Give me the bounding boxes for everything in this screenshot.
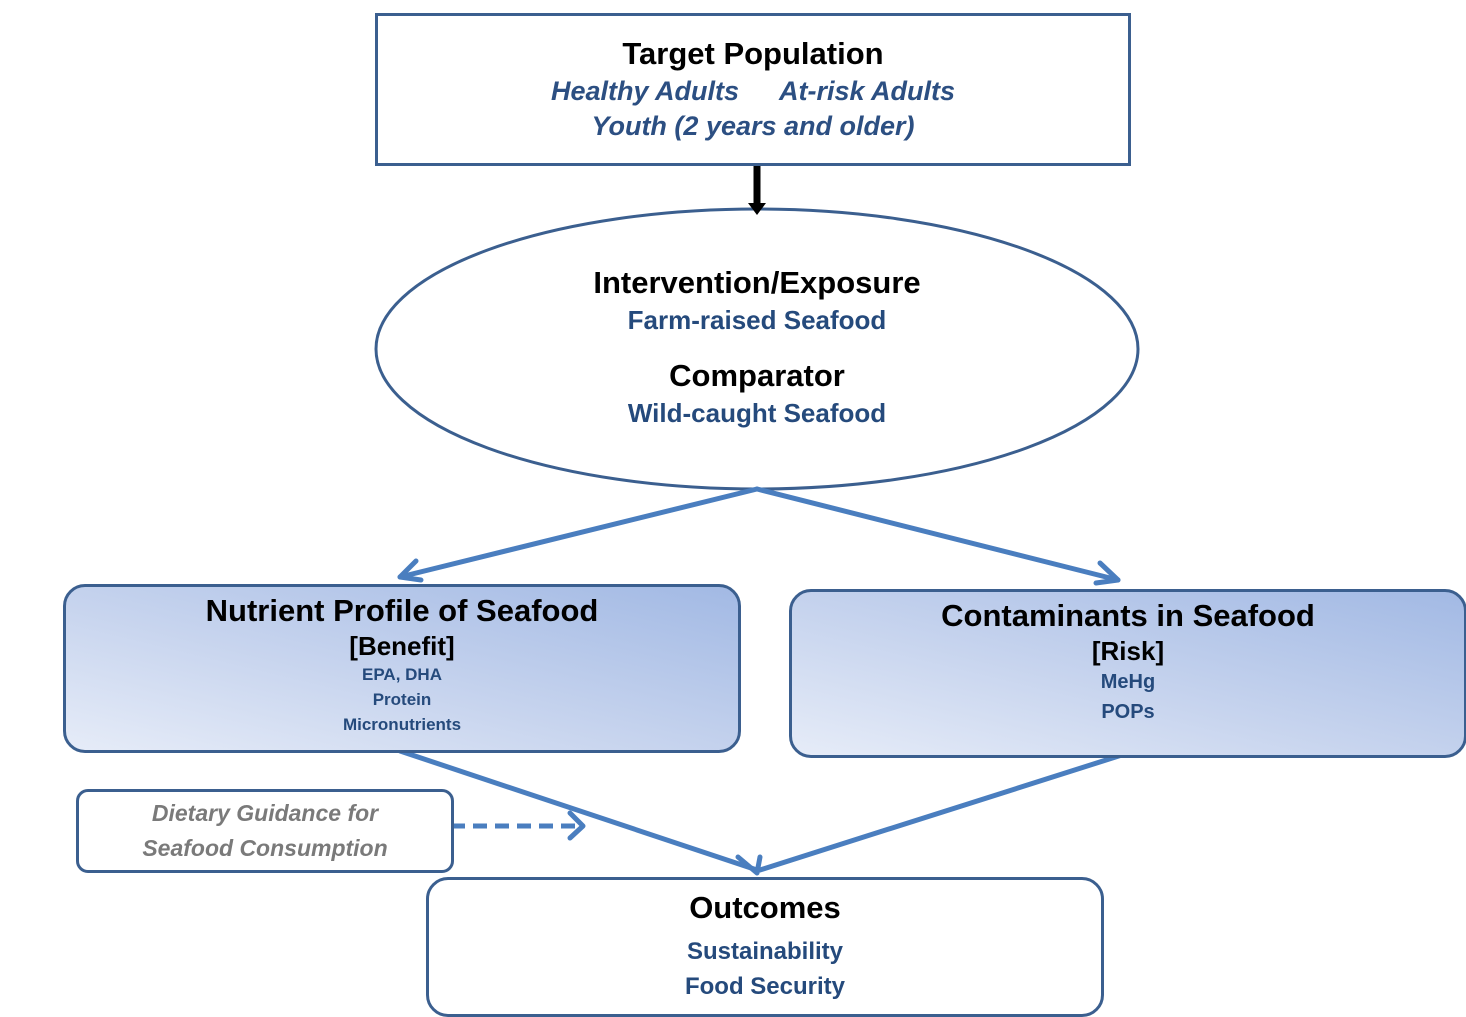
outcomes-title: Outcomes: [689, 890, 841, 925]
intervention-title: Intervention/Exposure: [593, 265, 921, 300]
outcome-item: Food Security: [684, 973, 846, 1000]
contaminant-item: POPs: [1101, 701, 1155, 723]
group-youth: Youth (2 years and older): [591, 111, 915, 141]
target-population-title: Target Population: [622, 36, 884, 71]
risk-tag: [Risk]: [1091, 636, 1165, 666]
arrow-nutrient-to-outcomes: [397, 748, 763, 876]
intervention-value: Farm-raised Seafood: [627, 305, 887, 335]
nutrient-profile-title: Nutrient Profile of Seafood: [205, 593, 599, 628]
intervention-comparator-text: Intervention/Exposure Farm-raised Seafoo…: [376, 210, 1138, 490]
arrow-intervention-to-contaminants: [754, 486, 1121, 586]
nutrient-profile-box: Nutrient Profile of Seafood [Benefit] EP…: [63, 584, 741, 753]
nutrient-item: EPA, DHA: [362, 665, 442, 684]
arrow-guidance-dashed: [451, 810, 586, 841]
benefit-tag: [Benefit]: [349, 631, 455, 661]
nutrient-item: Protein: [372, 690, 432, 709]
comparator-title: Comparator: [669, 358, 845, 393]
contaminants-title: Contaminants in Seafood: [941, 598, 1315, 633]
arrow-target-to-intervention: [748, 165, 766, 215]
group-healthy-adults: Healthy Adults: [550, 76, 739, 106]
target-population-box: Target Population Healthy Adults At-risk …: [375, 13, 1131, 166]
guidance-line: Dietary Guidance for: [151, 800, 379, 826]
arrow-intervention-to-nutrient: [397, 486, 760, 583]
dietary-guidance-box: Dietary Guidance for Seafood Consumption: [76, 789, 454, 873]
contaminant-item: MeHg: [1100, 671, 1156, 693]
guidance-line: Seafood Consumption: [142, 835, 388, 861]
outcomes-box: Outcomes Sustainability Food Security: [426, 877, 1104, 1017]
group-at-risk-adults: At-risk Adults: [779, 76, 956, 106]
nutrient-item: Micronutrients: [342, 715, 462, 734]
comparator-value: Wild-caught Seafood: [627, 398, 887, 428]
contaminants-box: Contaminants in Seafood [Risk] MeHg POPs: [789, 589, 1466, 758]
arrow-contaminants-to-outcomes: [757, 751, 1128, 873]
outcome-item: Sustainability: [686, 938, 844, 965]
